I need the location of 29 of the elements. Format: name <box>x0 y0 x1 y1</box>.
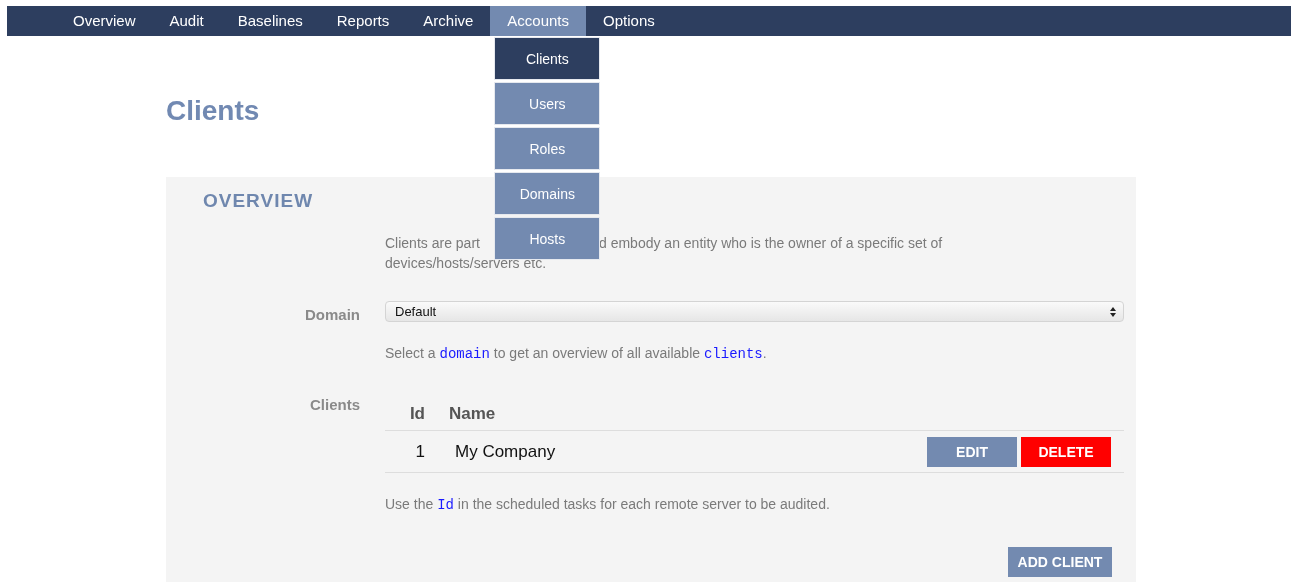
add-client-button[interactable]: ADD CLIENT <box>1008 547 1112 577</box>
menu-item[interactable]: Clients <box>494 37 601 80</box>
updown-arrows-icon <box>1110 306 1116 317</box>
column-header: Name <box>449 404 497 424</box>
nav-tab[interactable]: Options <box>586 6 672 36</box>
menu-item[interactable]: Domains <box>494 172 601 215</box>
field-label: Clients <box>309 395 360 415</box>
description-text: d embody an entity who is the owner of a specific set of <box>599 234 943 253</box>
nav-tab[interactable]: Archive <box>406 6 491 36</box>
column-header: Id <box>408 404 425 424</box>
delete-button[interactable]: DELETE <box>1021 436 1111 467</box>
menu-item[interactable]: Roles <box>494 127 601 170</box>
table-cell-text: 1 <box>414 441 425 462</box>
hint-text: Use the Id in the scheduled tasks for each remote server to be audited. <box>385 496 831 513</box>
edit-button[interactable]: EDIT <box>927 436 1017 467</box>
hint-text: Select a domain to get an overview of all available clients. <box>385 345 768 362</box>
field-label: Domain <box>304 305 360 325</box>
nav-tab[interactable]: Reports <box>319 6 407 36</box>
section-title: OVERVIEW <box>203 189 314 213</box>
page-title: Clients <box>166 94 260 128</box>
description-text: Clients are part <box>385 235 480 251</box>
nav-tab[interactable]: Baselines <box>220 6 320 36</box>
table-cell-text: My Company <box>455 441 557 462</box>
nav-tab[interactable]: Accounts <box>490 6 587 36</box>
nav-tab[interactable]: Overview <box>56 6 153 36</box>
menu-item[interactable]: Users <box>494 82 601 125</box>
domain-select[interactable]: Default <box>385 301 1124 322</box>
nav-tab[interactable]: Audit <box>152 6 221 36</box>
menu-item[interactable]: Hosts <box>494 217 601 260</box>
